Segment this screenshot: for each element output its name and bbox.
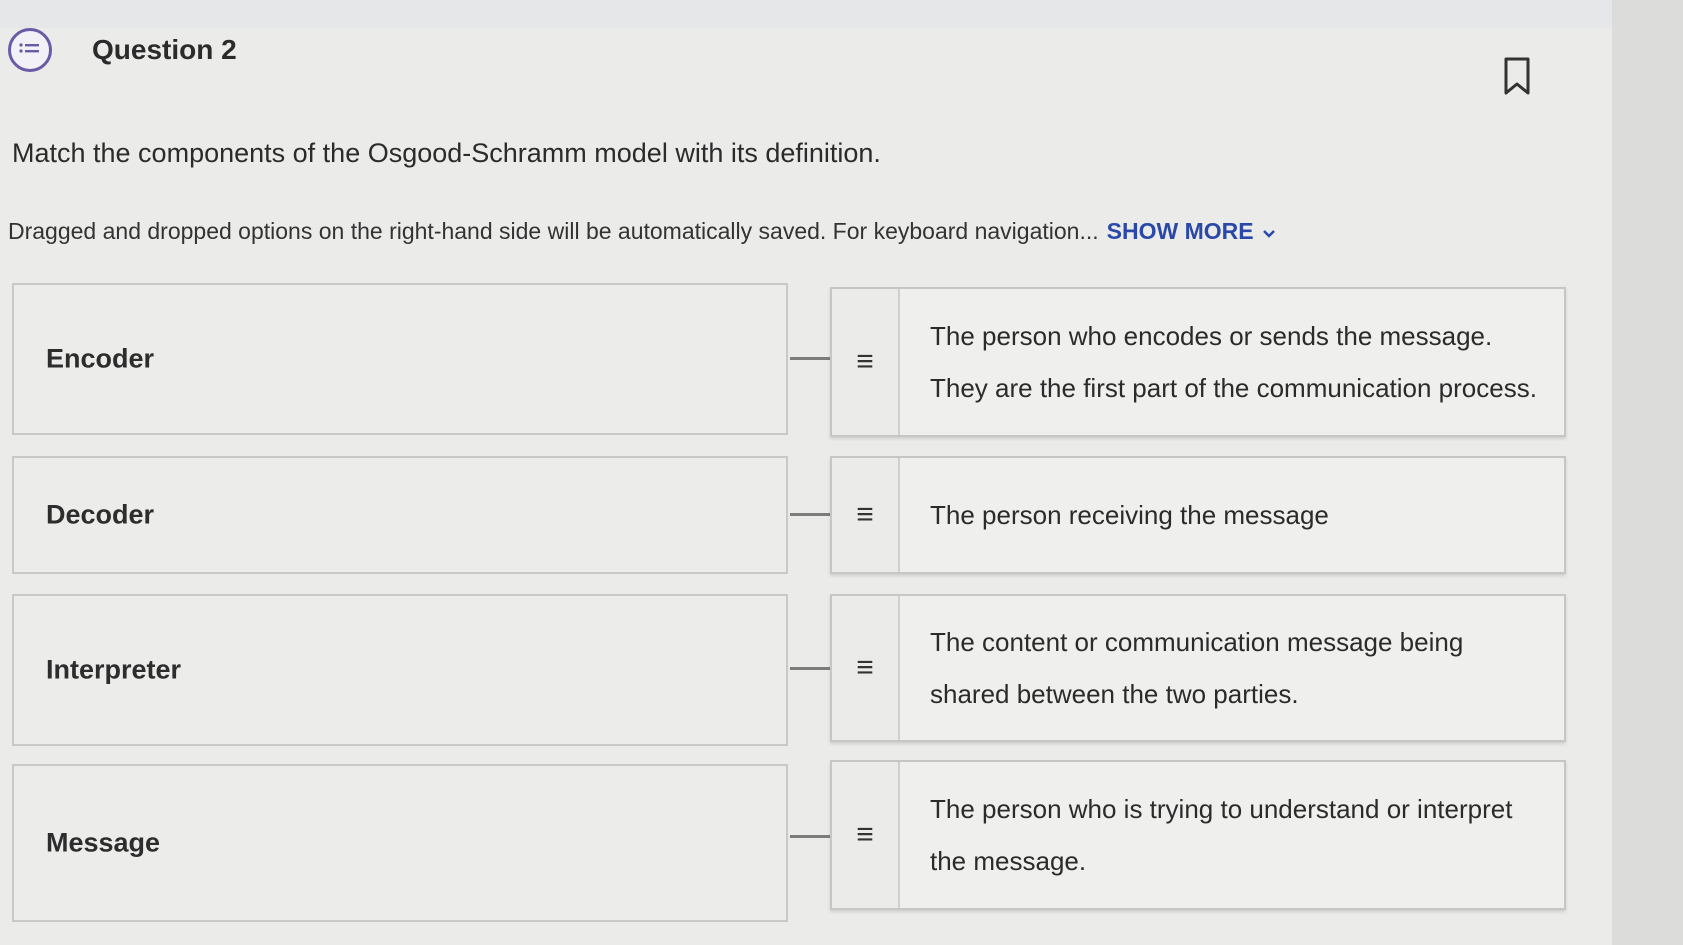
drag-handle-icon[interactable]: ≡ xyxy=(832,596,900,740)
drop-target-interpreter[interactable]: Interpreter xyxy=(12,594,788,746)
connector-line xyxy=(790,513,830,516)
top-strip xyxy=(0,0,1683,28)
show-more-label: SHOW MORE xyxy=(1106,218,1254,244)
bookmark-icon[interactable] xyxy=(1503,56,1531,96)
drop-target-decoder[interactable]: Decoder xyxy=(12,456,788,574)
question-title: Question 2 xyxy=(92,34,237,65)
draggable-definition-card[interactable]: ≡ The content or communication message b… xyxy=(830,594,1566,742)
term-label: Message xyxy=(46,827,161,858)
connector-line xyxy=(790,835,830,838)
helper-text-row: Dragged and dropped options on the right… xyxy=(8,218,1276,245)
chevron-down-icon xyxy=(1262,218,1276,245)
draggable-definition-card[interactable]: ≡ The person receiving the message xyxy=(830,456,1566,574)
connector-line xyxy=(790,667,830,670)
drag-handle-icon[interactable]: ≡ xyxy=(832,458,900,572)
definition-text: The person receiving the message xyxy=(930,500,1329,530)
drop-target-encoder[interactable]: Encoder xyxy=(12,283,788,435)
term-label: Decoder xyxy=(46,499,155,530)
definition-text: The person who is trying to understand o… xyxy=(930,794,1513,876)
term-label: Encoder xyxy=(46,343,155,374)
draggable-definition-card[interactable]: ≡ The person who is trying to understand… xyxy=(830,760,1566,910)
page-margin xyxy=(1612,0,1683,945)
definition-text: The content or communication message bei… xyxy=(930,627,1464,709)
drop-target-message[interactable]: Message xyxy=(12,764,788,922)
question-bubble-icon xyxy=(8,28,52,72)
helper-text: Dragged and dropped options on the right… xyxy=(8,218,1099,244)
show-more-link[interactable]: SHOW MORE xyxy=(1107,218,1276,244)
draggable-definition-card[interactable]: ≡ The person who encodes or sends the me… xyxy=(830,287,1566,437)
connector-line xyxy=(790,357,830,360)
drag-handle-icon[interactable]: ≡ xyxy=(832,289,900,435)
definition-text: The person who encodes or sends the mess… xyxy=(930,321,1537,403)
term-label: Interpreter xyxy=(46,654,182,685)
question-prompt: Match the components of the Osgood-Schra… xyxy=(12,138,881,168)
drag-handle-icon[interactable]: ≡ xyxy=(832,762,900,908)
